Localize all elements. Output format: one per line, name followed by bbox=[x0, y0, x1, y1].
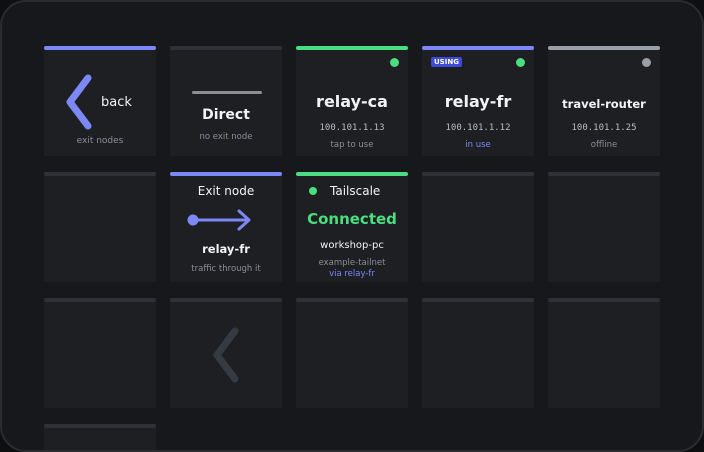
tailscale-brand: Tailscale bbox=[330, 184, 381, 198]
exit-node-heading: Exit node bbox=[197, 184, 255, 198]
direct-tile[interactable]: Direct no exit node bbox=[170, 46, 282, 156]
chevron-left-icon bbox=[213, 327, 239, 383]
status-dot bbox=[390, 58, 399, 67]
via-node: via relay-fr bbox=[329, 269, 375, 279]
tile-bar bbox=[296, 46, 408, 50]
back-tile[interactable]: back exit nodes bbox=[44, 46, 156, 156]
node-status: in use bbox=[465, 140, 491, 150]
empty-tile bbox=[296, 298, 408, 408]
empty-tile bbox=[422, 172, 534, 282]
empty-tile bbox=[548, 298, 660, 408]
node-status: offline bbox=[590, 140, 618, 150]
direct-sub: no exit node bbox=[199, 132, 253, 142]
tile-bar bbox=[44, 172, 156, 176]
back-sub: exit nodes bbox=[76, 136, 124, 146]
using-badge: USING bbox=[431, 57, 462, 67]
tile-bar bbox=[170, 298, 282, 302]
tile-bar bbox=[44, 424, 156, 428]
tile-bar bbox=[296, 298, 408, 302]
exit-node-name: relay-fr bbox=[202, 242, 250, 256]
chevron-left-icon bbox=[66, 74, 92, 130]
device-name: workshop-pc bbox=[320, 240, 384, 251]
tailscale-tile[interactable]: Tailscale Connected workshop-pc example-… bbox=[296, 172, 408, 282]
node-ip: 100.101.1.25 bbox=[571, 123, 637, 133]
tile-bar bbox=[548, 172, 660, 176]
device-frame: back exit nodes Direct no exit node rela… bbox=[0, 0, 704, 452]
empty-tile bbox=[44, 298, 156, 408]
exit-node-tile[interactable]: Exit node relay-fr traffic through it bbox=[170, 172, 282, 282]
node-name: relay-ca bbox=[316, 92, 388, 111]
tile-bar bbox=[548, 46, 660, 50]
tile-bar bbox=[422, 298, 534, 302]
node-tile-travel-router[interactable]: travel-router 100.101.1.25 offline bbox=[548, 46, 660, 156]
tile-bar bbox=[170, 172, 282, 176]
node-ip: 100.101.1.13 bbox=[319, 123, 385, 133]
tile-bar bbox=[170, 46, 282, 50]
tile-bar bbox=[44, 46, 156, 50]
direct-indicator bbox=[192, 91, 262, 94]
node-status: tap to use bbox=[330, 140, 374, 150]
empty-tile bbox=[44, 172, 156, 282]
page-prev-tile[interactable] bbox=[170, 298, 282, 408]
status-dot bbox=[642, 58, 651, 67]
exit-node-sub: traffic through it bbox=[191, 264, 261, 274]
node-ip: 100.101.1.12 bbox=[445, 123, 511, 133]
node-tile-relay-fr[interactable]: USING relay-fr 100.101.1.12 in use bbox=[422, 46, 534, 156]
node-tile-relay-ca[interactable]: relay-ca 100.101.1.13 tap to use bbox=[296, 46, 408, 156]
node-name: relay-fr bbox=[444, 92, 512, 111]
node-name: travel-router bbox=[562, 97, 646, 111]
empty-tile bbox=[422, 298, 534, 408]
tile-bar bbox=[296, 172, 408, 176]
status-dot bbox=[516, 58, 525, 67]
connection-state: Connected bbox=[307, 210, 397, 228]
back-label: back bbox=[101, 95, 132, 110]
tile-bar bbox=[548, 298, 660, 302]
empty-tile bbox=[44, 424, 156, 450]
tailnet-name: example-tailnet bbox=[318, 258, 386, 268]
tile-bar bbox=[422, 172, 534, 176]
empty-tile bbox=[548, 172, 660, 282]
direct-title: Direct bbox=[202, 107, 250, 123]
tailscale-status-dot bbox=[309, 187, 317, 195]
tile-bar bbox=[44, 298, 156, 302]
tile-bar bbox=[422, 46, 534, 50]
arrow-right-icon bbox=[187, 209, 251, 231]
